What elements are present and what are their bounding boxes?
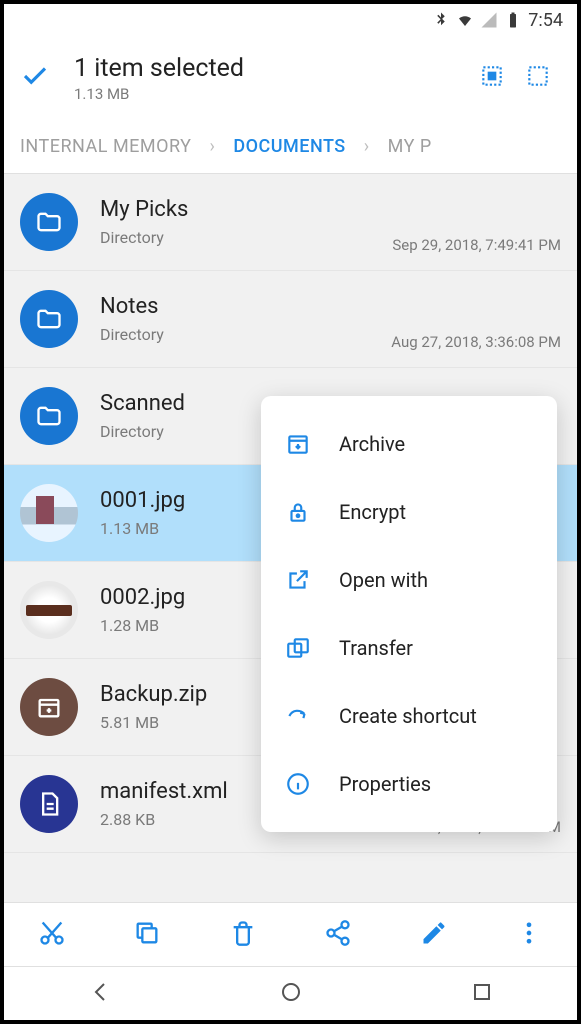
select-none-button[interactable] xyxy=(515,53,561,103)
breadcrumb-mypicks[interactable]: MY P xyxy=(388,136,432,157)
system-nav-bar xyxy=(4,966,577,1020)
cut-button[interactable] xyxy=(24,909,80,961)
header-title: 1 item selected xyxy=(74,54,469,83)
folder-icon xyxy=(20,193,78,251)
menu-label: Transfer xyxy=(339,636,413,660)
menu-encrypt[interactable]: Encrypt xyxy=(261,478,557,546)
bluetooth-icon xyxy=(432,11,450,29)
menu-label: Open with xyxy=(339,568,428,592)
image-thumbnail xyxy=(20,484,78,542)
select-all-button[interactable] xyxy=(469,53,515,103)
menu-archive[interactable]: Archive xyxy=(261,410,557,478)
wifi-icon xyxy=(456,11,474,29)
menu-create-shortcut[interactable]: Create shortcut xyxy=(261,682,557,750)
more-button[interactable] xyxy=(501,909,557,961)
archive-icon xyxy=(20,678,78,736)
list-item[interactable]: Notes Directory Aug 27, 2018, 3:36:08 PM xyxy=(4,271,577,368)
breadcrumb-internal[interactable]: INTERNAL MEMORY xyxy=(20,136,191,157)
context-menu: Archive Encrypt Open with Transfer Creat… xyxy=(261,396,557,832)
menu-label: Archive xyxy=(339,432,405,456)
menu-open-with[interactable]: Open with xyxy=(261,546,557,614)
back-button[interactable] xyxy=(60,972,140,1016)
status-bar: 7:54 xyxy=(4,4,577,36)
signal-icon xyxy=(480,11,498,29)
folder-icon xyxy=(20,290,78,348)
menu-label: Encrypt xyxy=(339,500,406,524)
copy-button[interactable] xyxy=(119,909,175,961)
file-type: Directory xyxy=(100,228,392,247)
list-item[interactable]: My Picks Directory Sep 29, 2018, 7:49:41… xyxy=(4,174,577,271)
file-name: Notes xyxy=(100,294,391,319)
chevron-right-icon: › xyxy=(209,136,215,157)
header-subtitle: 1.13 MB xyxy=(74,85,469,103)
image-thumbnail xyxy=(20,581,78,639)
document-icon xyxy=(20,775,78,833)
battery-icon xyxy=(504,11,522,29)
file-date: Aug 27, 2018, 3:36:08 PM xyxy=(391,333,561,351)
selection-header: 1 item selected 1.13 MB xyxy=(4,36,577,120)
menu-properties[interactable]: Properties xyxy=(261,750,557,818)
breadcrumb: INTERNAL MEMORY › DOCUMENTS › MY P xyxy=(4,120,577,174)
action-toolbar xyxy=(4,902,577,966)
share-button[interactable] xyxy=(310,909,366,961)
delete-button[interactable] xyxy=(215,909,271,961)
file-type: Directory xyxy=(100,325,391,344)
confirm-check-icon[interactable] xyxy=(20,61,50,95)
status-time: 7:54 xyxy=(528,10,563,31)
chevron-right-icon: › xyxy=(364,136,370,157)
menu-label: Properties xyxy=(339,772,431,796)
home-button[interactable] xyxy=(251,972,331,1016)
menu-label: Create shortcut xyxy=(339,704,477,728)
file-date: Sep 29, 2018, 7:49:41 PM xyxy=(392,236,561,254)
file-name: My Picks xyxy=(100,197,392,222)
menu-transfer[interactable]: Transfer xyxy=(261,614,557,682)
breadcrumb-documents[interactable]: DOCUMENTS xyxy=(233,136,345,157)
rename-button[interactable] xyxy=(406,909,462,961)
folder-icon xyxy=(20,387,78,445)
recents-button[interactable] xyxy=(442,972,522,1016)
